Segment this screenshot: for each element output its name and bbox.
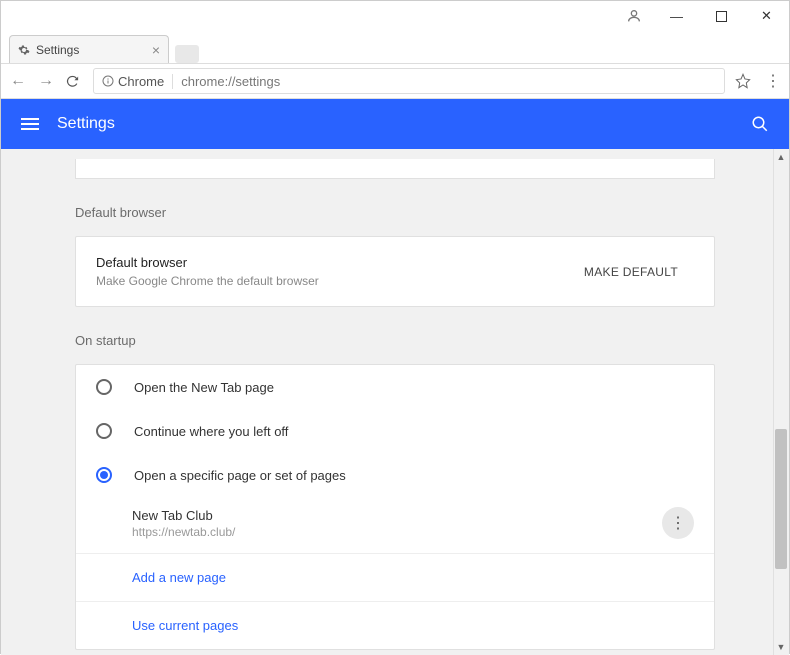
chrome-label: Chrome (118, 74, 164, 89)
menu-dots-icon[interactable]: ⋮ (765, 71, 781, 91)
info-icon (102, 75, 114, 87)
settings-content: Default browser Default browser Make Goo… (1, 149, 789, 655)
scrollbar[interactable]: ▲ ▼ (773, 149, 789, 655)
tab-strip: Settings × (1, 31, 789, 63)
on-startup-card: Open the New Tab page Continue where you… (75, 364, 715, 650)
forward-button[interactable]: → (37, 72, 55, 90)
window-titlebar: — ✕ (1, 1, 789, 31)
startup-option-label: Open the New Tab page (134, 380, 274, 395)
scrollbar-down-icon[interactable]: ▼ (773, 639, 789, 655)
user-account-icon[interactable] (614, 1, 654, 31)
add-new-page-link[interactable]: Add a new page (76, 554, 714, 602)
page-entry-more-button[interactable]: ⋮ (662, 507, 694, 539)
scrollbar-up-icon[interactable]: ▲ (773, 149, 789, 165)
address-bar: ← → Chrome chrome://settings ⋮ (1, 63, 789, 99)
default-browser-card: Default browser Make Google Chrome the d… (75, 236, 715, 307)
close-button[interactable]: ✕ (744, 1, 789, 31)
url-text: chrome://settings (173, 74, 724, 89)
search-icon[interactable] (751, 115, 769, 133)
omnibox[interactable]: Chrome chrome://settings (93, 68, 725, 94)
startup-page-name: New Tab Club (132, 508, 235, 523)
section-label-on-startup: On startup (75, 333, 715, 348)
scrollbar-thumb[interactable] (775, 429, 787, 569)
settings-app-bar: Settings (1, 99, 789, 149)
startup-option-continue[interactable]: Continue where you left off (76, 409, 714, 453)
startup-option-label: Continue where you left off (134, 424, 288, 439)
tab-settings[interactable]: Settings × (9, 35, 169, 63)
back-button[interactable]: ← (9, 72, 27, 90)
page-title: Settings (57, 115, 115, 133)
startup-option-label: Open a specific page or set of pages (134, 468, 346, 483)
use-current-pages-link[interactable]: Use current pages (76, 602, 714, 649)
radio-icon-selected (96, 467, 112, 483)
startup-page-entry: New Tab Club https://newtab.club/ ⋮ (76, 497, 714, 554)
radio-icon (96, 379, 112, 395)
section-label-default-browser: Default browser (75, 205, 715, 220)
minimize-button[interactable]: — (654, 1, 699, 31)
startup-option-specific-pages[interactable]: Open a specific page or set of pages (76, 453, 714, 497)
previous-card-edge (75, 159, 715, 179)
startup-page-url: https://newtab.club/ (132, 525, 235, 539)
default-browser-subtitle: Make Google Chrome the default browser (96, 274, 319, 288)
tab-title: Settings (36, 43, 79, 57)
hamburger-icon[interactable] (21, 118, 39, 130)
startup-option-new-tab[interactable]: Open the New Tab page (76, 365, 714, 409)
gear-icon (18, 44, 30, 56)
new-tab-button[interactable] (175, 45, 199, 63)
default-browser-title: Default browser (96, 255, 319, 270)
tab-close-icon[interactable]: × (152, 42, 160, 58)
make-default-button[interactable]: MAKE DEFAULT (567, 257, 694, 287)
radio-icon (96, 423, 112, 439)
bookmark-star-icon[interactable] (735, 73, 751, 89)
maximize-button[interactable] (699, 1, 744, 31)
reload-button[interactable] (65, 74, 83, 89)
